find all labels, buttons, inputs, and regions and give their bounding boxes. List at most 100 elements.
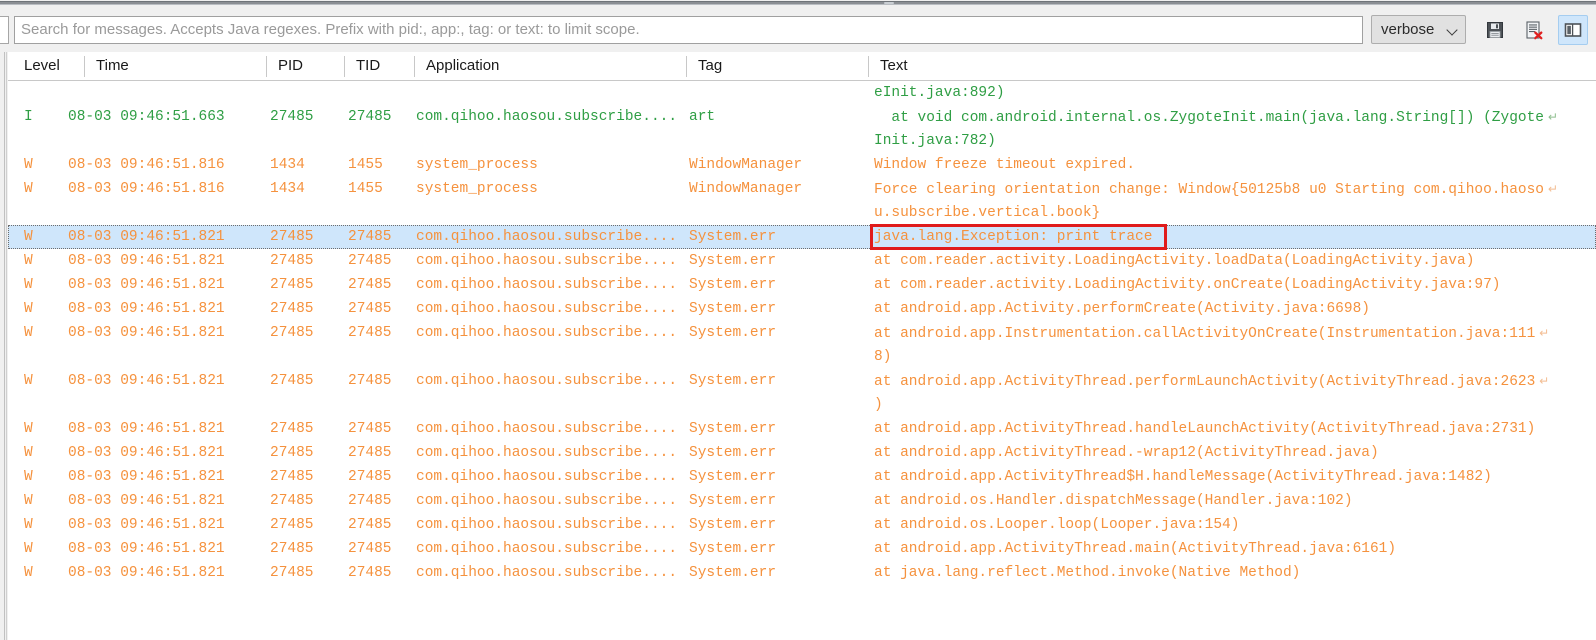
- cell-pid: 27485: [270, 445, 314, 461]
- column-header-tag[interactable]: Tag: [688, 52, 866, 80]
- column-divider-4[interactable]: [414, 56, 415, 77]
- table-row[interactable]: ): [8, 393, 1596, 417]
- cell-level: W: [24, 253, 33, 269]
- cell-tid: 27485: [348, 301, 392, 317]
- cell-pid: 27485: [270, 277, 314, 293]
- cell-text: Init.java:782): [874, 133, 996, 149]
- column-divider-3[interactable]: [344, 56, 345, 77]
- column-header-text[interactable]: Text: [870, 52, 1570, 80]
- cell-pid: 27485: [270, 517, 314, 533]
- cell-time: [68, 393, 258, 417]
- cell-tag: art: [689, 109, 716, 125]
- table-row[interactable]: u.subscribe.vertical.book}: [8, 201, 1596, 225]
- cell-tid: 27485: [348, 493, 392, 509]
- table-row[interactable]: W 08-03 09:46:51.816 1434 1455 system_proces…: [8, 177, 1596, 201]
- table-row[interactable]: W 08-03 09:46:51.821 27485 27485 com.qihoo.h…: [8, 417, 1596, 441]
- cell-application: com.qihoo.haosou.subscribe....: [416, 373, 678, 389]
- cell-text: 8): [874, 349, 892, 365]
- table-row[interactable]: 8): [8, 345, 1596, 369]
- cell-application: [416, 201, 686, 225]
- cell-time: 08-03 09:46:51.821: [68, 277, 225, 293]
- cell-level: W: [24, 469, 33, 485]
- table-row[interactable]: W 08-03 09:46:51.821 27485 27485 com.qihoo.h…: [8, 561, 1596, 585]
- cell-pid: [270, 81, 340, 105]
- panel-splitter[interactable]: [0, 0, 1596, 7]
- logcat-toolbar: verbose: [0, 7, 1596, 52]
- column-header-pid[interactable]: PID: [268, 52, 340, 80]
- table-row[interactable]: W 08-03 09:46:51.821 27485 27485 com.qihoo.h…: [8, 273, 1596, 297]
- cell-application: com.qihoo.haosou.subscribe....: [416, 229, 678, 245]
- cell-tid: [348, 129, 420, 153]
- column-header-tid[interactable]: TID: [346, 52, 410, 80]
- cell-tag: System.err: [689, 229, 777, 245]
- column-divider-5[interactable]: [686, 56, 687, 77]
- toggle-panel-icon[interactable]: [1558, 14, 1588, 45]
- cell-pid: 1434: [270, 181, 305, 197]
- cell-text: at android.app.Instrumentation.callActiv…: [874, 326, 1550, 342]
- cell-text: at android.os.Handler.dispatchMessage(Ha…: [874, 493, 1353, 509]
- cell-application: com.qihoo.haosou.subscribe....: [416, 277, 678, 293]
- cell-level: [24, 81, 64, 105]
- column-header-level[interactable]: Level: [14, 52, 66, 80]
- cell-text: at android.os.Looper.loop(Looper.java:15…: [874, 517, 1240, 533]
- cell-tid: 27485: [348, 229, 392, 245]
- cell-application: com.qihoo.haosou.subscribe....: [416, 541, 678, 557]
- cell-time: 08-03 09:46:51.821: [68, 373, 225, 389]
- table-row[interactable]: W 08-03 09:46:51.816 1434 1455 system_proces…: [8, 153, 1596, 177]
- cell-tid: 27485: [348, 253, 392, 269]
- column-header-time[interactable]: Time: [86, 52, 262, 80]
- table-row[interactable]: I 08-03 09:46:51.663 27485 27485 com.qihoo.h…: [8, 105, 1596, 129]
- cell-application: com.qihoo.haosou.subscribe....: [416, 517, 678, 533]
- cell-level: W: [24, 373, 33, 389]
- column-divider-2[interactable]: [266, 56, 267, 77]
- table-row[interactable]: W 08-03 09:46:51.821 27485 27485 com.qihoo.h…: [8, 224, 1596, 250]
- cell-pid: 27485: [270, 373, 314, 389]
- cell-application: [416, 345, 686, 369]
- table-row[interactable]: W 08-03 09:46:51.821 27485 27485 com.qihoo.h…: [8, 249, 1596, 273]
- cell-text: at void com.android.internal.os.ZygoteIn…: [874, 110, 1558, 126]
- cell-tag: System.err: [689, 373, 777, 389]
- cell-time: [68, 201, 258, 225]
- cell-application: com.qihoo.haosou.subscribe....: [416, 301, 678, 317]
- cell-time: 08-03 09:46:51.821: [68, 253, 225, 269]
- cell-tag: System.err: [689, 445, 777, 461]
- clear-log-icon[interactable]: [1519, 15, 1549, 45]
- table-row[interactable]: W 08-03 09:46:51.821 27485 27485 com.qihoo.h…: [8, 537, 1596, 561]
- cell-pid: 1434: [270, 157, 305, 173]
- cell-text: at android.app.ActivityThread.-wrap12(Ac…: [874, 445, 1379, 461]
- line-wrap-icon: ↵: [1535, 326, 1550, 340]
- cell-time: 08-03 09:46:51.821: [68, 517, 225, 533]
- cell-level: W: [24, 421, 33, 437]
- log-level-select[interactable]: verbose: [1371, 15, 1466, 44]
- table-left-gutter: [0, 52, 7, 640]
- cell-pid: [270, 393, 340, 417]
- cell-tid: [348, 345, 420, 369]
- line-wrap-icon: ↵: [1544, 110, 1558, 124]
- cell-text: at android.app.ActivityThread.main(Activ…: [874, 541, 1397, 557]
- table-row[interactable]: W 08-03 09:46:51.821 27485 27485 com.qihoo.h…: [8, 513, 1596, 537]
- table-row[interactable]: W 08-03 09:46:51.821 27485 27485 com.qihoo.h…: [8, 321, 1596, 345]
- table-row[interactable]: W 08-03 09:46:51.821 27485 27485 com.qihoo.h…: [8, 465, 1596, 489]
- column-divider-6[interactable]: [868, 56, 869, 77]
- table-row[interactable]: W 08-03 09:46:51.821 27485 27485 com.qihoo.h…: [8, 297, 1596, 321]
- table-row[interactable]: Init.java:782): [8, 129, 1596, 153]
- splitter-bar[interactable]: [0, 1, 1596, 5]
- table-row[interactable]: W 08-03 09:46:51.821 27485 27485 com.qihoo.h…: [8, 441, 1596, 465]
- table-row[interactable]: W 08-03 09:46:51.821 27485 27485 com.qihoo.h…: [8, 369, 1596, 393]
- cell-tag: System.err: [689, 421, 777, 437]
- cell-text: java.lang.Exception: print trace: [874, 229, 1153, 245]
- table-row[interactable]: W 08-03 09:46:51.821 27485 27485 com.qihoo.h…: [8, 489, 1596, 513]
- search-input[interactable]: [14, 15, 1363, 44]
- logcat-table-body: Level Time PID TID Application Tag Text …: [8, 52, 1596, 640]
- cell-time: 08-03 09:46:51.821: [68, 469, 225, 485]
- column-header-application[interactable]: Application: [416, 52, 682, 80]
- splitter-grip[interactable]: [884, 2, 894, 4]
- cell-application: com.qihoo.haosou.subscribe....: [416, 469, 678, 485]
- cell-time: [68, 81, 258, 105]
- table-row[interactable]: eInit.java:892): [8, 81, 1596, 105]
- cell-text: at java.lang.reflect.Method.invoke(Nativ…: [874, 565, 1301, 581]
- column-divider-1[interactable]: [84, 56, 85, 77]
- log-rows[interactable]: eInit.java:892) I 08-03 09:46:51.663 27485 2…: [8, 81, 1596, 640]
- cell-pid: [270, 201, 340, 225]
- save-icon[interactable]: [1480, 15, 1510, 45]
